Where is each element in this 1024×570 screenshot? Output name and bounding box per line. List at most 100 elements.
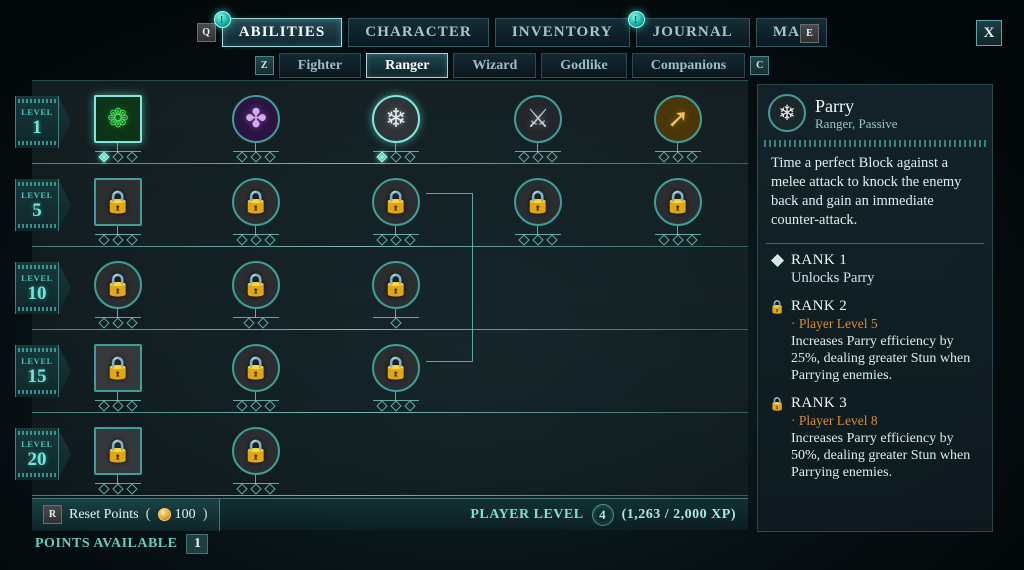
ability-node-locked-r5c1[interactable]: 🔒 (92, 427, 144, 495)
rank-header: 🔒 RANK 2 (769, 298, 979, 315)
node-rank-pips (92, 317, 144, 329)
rank-pip (390, 400, 402, 412)
node-frame: 🔒 (94, 344, 142, 392)
connector-segment-vertical (472, 193, 473, 361)
rank-pip (236, 483, 248, 495)
ability-node-potion-boost[interactable]: ✤ (230, 95, 282, 163)
node-rank-pips (230, 483, 282, 495)
node-rank-pips (512, 234, 564, 246)
tree-footer: R Reset Points ( 100 ) PLAYER LEVEL 4 (1… (32, 498, 748, 531)
ability-node-locked-r5c2[interactable]: 🔒 (230, 427, 282, 495)
class-tab-ranger[interactable]: Ranger (366, 53, 449, 78)
class-tab-label: Companions (650, 57, 727, 73)
node-rank-pips (370, 234, 422, 246)
ability-node-locked-r2c1[interactable]: 🔒 (92, 178, 144, 246)
row-separator (32, 412, 748, 413)
class-tab-wizard[interactable]: Wizard (453, 53, 537, 78)
rank-pip (250, 483, 262, 495)
ability-node-locked-r2c3[interactable]: 🔒 (370, 178, 422, 246)
ability-node-locked-r3c2[interactable]: 🔒 (230, 261, 282, 329)
points-available-value: 1 (186, 534, 209, 554)
class-tab-label: Fighter (297, 57, 343, 73)
rank-header: RANK 1 (771, 252, 979, 269)
ability-node-locked-r2c4[interactable]: 🔒 (512, 178, 564, 246)
rank-pip (390, 317, 402, 329)
row-separator (32, 163, 748, 164)
parry-icon-glyph: ❄ (778, 100, 796, 125)
row-separator (32, 329, 748, 330)
node-frame: ❄ (372, 95, 420, 143)
main-tab-abilities[interactable]: ! ABILITIES (213, 11, 343, 47)
main-tab-journal[interactable]: ! JOURNAL (627, 11, 750, 47)
ability-node-locked-r2c2[interactable]: 🔒 (230, 178, 282, 246)
rank-pip (250, 234, 262, 246)
ability-node-locked-r4c1[interactable]: 🔒 (92, 344, 144, 412)
node-rank-pips (230, 151, 282, 163)
ability-node-arrow-strike[interactable]: ❁ (92, 95, 144, 163)
xp-progress-text: (1,263 / 2,000 XP) (621, 506, 736, 522)
ability-node-parry[interactable]: ❄ (370, 95, 422, 163)
ornament-divider (764, 140, 986, 147)
rank-pip (264, 400, 276, 412)
node-frame: 🔒 (94, 427, 142, 475)
node-rank-pips (652, 151, 704, 163)
ability-node-locked-r4c2[interactable]: 🔒 (230, 344, 282, 412)
node-rank-pips (370, 151, 422, 163)
rank-entry: 🔒 RANK 2 · Player Level 5 Increases Parry e… (769, 298, 979, 384)
node-rank-pips (92, 234, 144, 246)
rank-requirement: · Player Level 5 (791, 316, 878, 331)
ability-subtitle: Ranger, Passive (815, 115, 898, 131)
level-word: LEVEL (21, 189, 53, 200)
prev-tab-key-q[interactable]: Q (196, 23, 216, 42)
rank-pip (98, 151, 110, 163)
level-badge-20: LEVEL 20 (15, 428, 59, 480)
rank-pip (404, 400, 416, 412)
class-tab-godlike[interactable]: Godlike (541, 53, 627, 78)
ability-node-locked-r3c3[interactable]: 🔒 (370, 261, 422, 329)
ability-node-gold-feather[interactable]: ➚ (652, 95, 704, 163)
rank-pip (126, 400, 138, 412)
rank-pip (126, 317, 138, 329)
rank-pip (98, 400, 110, 412)
main-tab-character[interactable]: CHARACTER (348, 18, 489, 47)
node-frame: 🔒 (514, 178, 562, 226)
points-available-label: POINTS AVAILABLE (35, 536, 178, 551)
node-frame: ✤ (232, 95, 280, 143)
rank-pip (98, 483, 110, 495)
next-class-key-c[interactable]: C (750, 56, 770, 75)
level-number: 20 (27, 448, 47, 470)
rank-pip (390, 151, 402, 163)
class-tab-fighter[interactable]: Fighter (278, 53, 362, 78)
reset-points-button[interactable]: R Reset Points ( 100 ) (32, 498, 220, 531)
ability-icon: ❄ (385, 104, 407, 133)
class-tab-companions[interactable]: Companions (631, 53, 746, 78)
node-frame: 🔒 (372, 344, 420, 392)
node-rank-pips (512, 151, 564, 163)
close-button[interactable]: X (976, 20, 1002, 46)
main-tab-inventory[interactable]: INVENTORY (494, 18, 630, 47)
rank-pip (236, 400, 248, 412)
rank-pip (112, 317, 124, 329)
rank-pip (264, 151, 276, 163)
node-rank-pips (230, 317, 282, 329)
node-frame: 🔒 (232, 427, 280, 475)
node-frame: ❁ (94, 95, 142, 143)
rank-header: 🔒 RANK 3 (769, 395, 979, 412)
class-tab-bar: Z Fighter Ranger Wizard Godlike Companions C (0, 53, 1024, 78)
rank-pip (98, 317, 110, 329)
rank-pip (236, 151, 248, 163)
ability-node-locked-r2c5[interactable]: 🔒 (652, 178, 704, 246)
ability-icon: ⚔ (526, 104, 550, 133)
next-tab-key-e[interactable]: E (800, 24, 819, 43)
prev-class-key-z[interactable]: Z (254, 56, 274, 75)
ability-node-locked-r4c3[interactable]: 🔒 (370, 344, 422, 412)
row-separator (32, 495, 748, 496)
ability-node-dual-blades[interactable]: ⚔ (512, 95, 564, 163)
ability-node-locked-r3c1[interactable]: 🔒 (92, 261, 144, 329)
rank-pip (98, 234, 110, 246)
rank-pip (672, 151, 684, 163)
main-tab-bar: Q ! ABILITIES CHARACTER INVENTORY! JOURNAL MA… (0, 11, 1024, 47)
points-available: POINTS AVAILABLE 1 (35, 534, 209, 554)
connector-segment-horizontal-top (426, 193, 472, 194)
level-number: 5 (32, 199, 42, 221)
